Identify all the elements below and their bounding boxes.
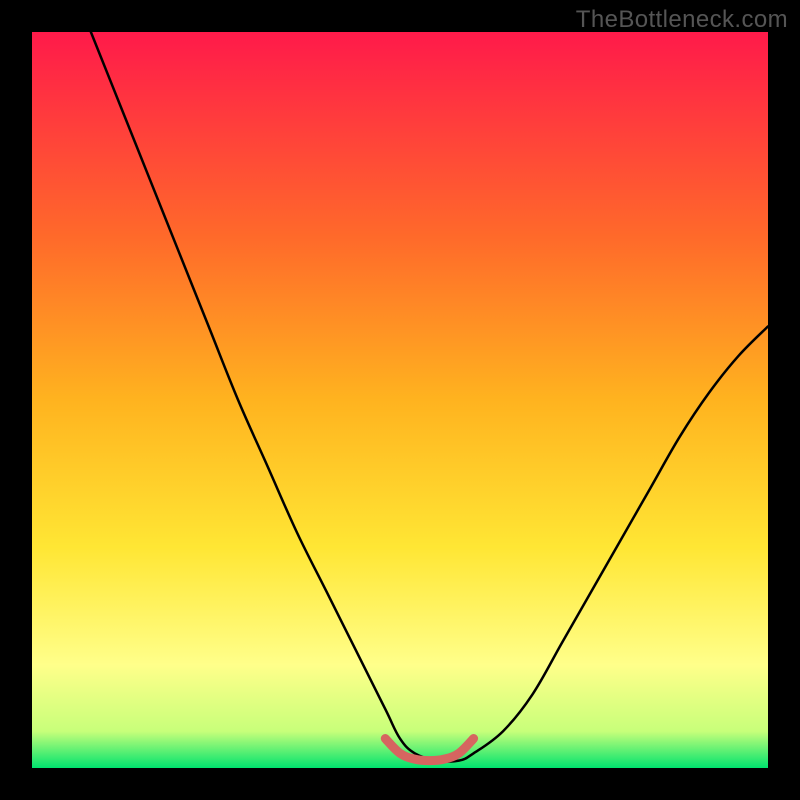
plot-area	[32, 32, 768, 768]
chart-curves	[32, 32, 768, 768]
bottom-ridge	[385, 739, 473, 761]
watermark-text: TheBottleneck.com	[576, 6, 788, 34]
chart-container: TheBottleneck.com	[0, 0, 800, 800]
bottleneck-curve	[91, 32, 768, 762]
